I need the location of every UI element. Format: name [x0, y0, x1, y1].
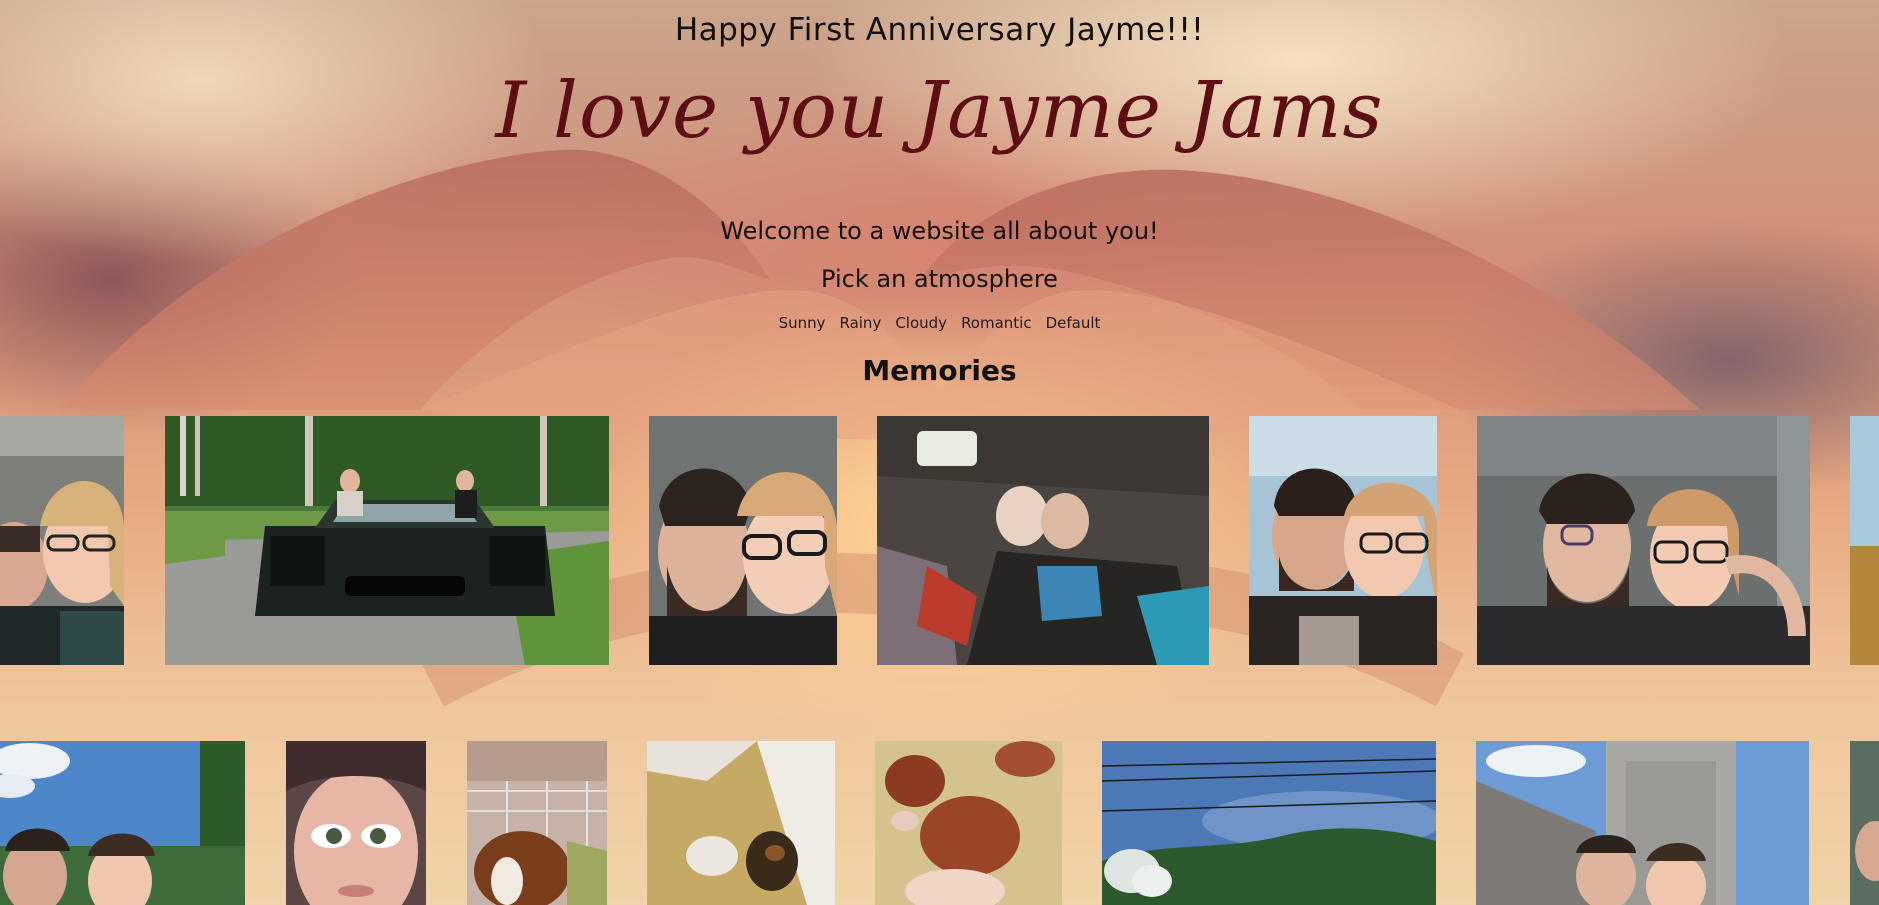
- car-ceiling-selfie-photo[interactable]: [877, 416, 1209, 665]
- guinea-pig-bedding-photo[interactable]: [647, 741, 835, 905]
- couple-selfie-photo[interactable]: [649, 416, 837, 665]
- anniversary-heading: Happy First Anniversary Jayme!!!: [674, 12, 1205, 48]
- edge-photo[interactable]: [1850, 416, 1879, 665]
- mustang-car-photo[interactable]: [165, 416, 609, 665]
- atmosphere-cloudy-link[interactable]: Cloudy: [895, 314, 947, 332]
- atmosphere-rainy-link[interactable]: Rainy: [839, 314, 881, 332]
- atmosphere-prompt: Pick an atmosphere: [821, 265, 1058, 293]
- dam-tower-couple-photo[interactable]: [1476, 741, 1809, 905]
- guinea-pig-photo[interactable]: [467, 741, 607, 905]
- atmosphere-sunny-link[interactable]: Sunny: [779, 314, 826, 332]
- blue-sky-trees-photo[interactable]: [1102, 741, 1436, 905]
- guinea-pig-held-photo[interactable]: [875, 741, 1062, 905]
- welcome-text: Welcome to a website all about you!: [720, 217, 1159, 245]
- couple-kiss-photo[interactable]: [1249, 416, 1437, 665]
- car-selfie-couple-photo[interactable]: [0, 416, 124, 665]
- edge-photo-2[interactable]: [1850, 741, 1879, 905]
- love-title: I love you Jayme Jams: [495, 66, 1384, 156]
- atmosphere-selector: Sunny Rainy Cloudy Romantic Default: [0, 314, 1879, 332]
- face-closeup-photo[interactable]: [286, 741, 426, 905]
- lake-couple-photo[interactable]: [0, 741, 245, 905]
- car-seat-couple-photo[interactable]: [1477, 416, 1810, 665]
- atmosphere-default-link[interactable]: Default: [1046, 314, 1101, 332]
- memories-heading: Memories: [862, 354, 1017, 387]
- atmosphere-romantic-link[interactable]: Romantic: [961, 314, 1032, 332]
